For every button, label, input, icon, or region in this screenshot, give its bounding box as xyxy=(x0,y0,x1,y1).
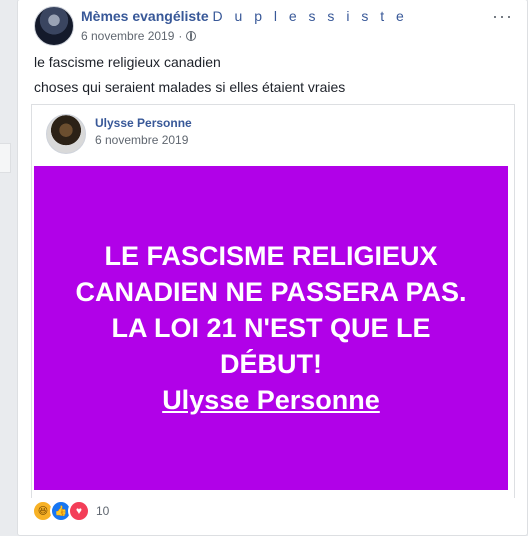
love-icon[interactable]: ♥ xyxy=(68,500,90,522)
shared-post-date[interactable]: 6 novembre 2019 xyxy=(95,133,188,147)
shared-post[interactable]: Ulysse Personne 6 novembre 2019 LE FASCI… xyxy=(31,104,515,498)
post-text-line-2: choses qui seraient malades si elles éta… xyxy=(34,79,346,95)
banner-text: LE FASCISME RELIGIEUX CANADIEN NE PASSER… xyxy=(61,238,481,418)
globe-icon[interactable] xyxy=(186,31,197,41)
post-card: Mèmes evangéliste D u p l e s s i s t e … xyxy=(17,0,528,536)
post-text-line-1: le fascisme religieux canadien xyxy=(34,54,221,70)
post-date[interactable]: 6 novembre 2019 xyxy=(81,29,174,43)
shared-author-avatar[interactable] xyxy=(46,114,86,154)
more-options-icon[interactable]: ··· xyxy=(492,6,513,27)
left-side-tab[interactable] xyxy=(0,143,11,173)
banner-link[interactable]: Ulysse Personne xyxy=(61,382,481,418)
banner-headline: LE FASCISME RELIGIEUX CANADIEN NE PASSER… xyxy=(75,241,467,379)
author-avatar[interactable] xyxy=(34,6,74,46)
author-name-suffix[interactable]: D u p l e s s i s t e xyxy=(213,8,408,24)
author-name[interactable]: Mèmes evangéliste xyxy=(81,8,209,24)
post-author[interactable]: Mèmes evangéliste D u p l e s s i s t e xyxy=(81,8,408,24)
shared-image-banner[interactable]: LE FASCISME RELIGIEUX CANADIEN NE PASSER… xyxy=(34,166,508,490)
reactions-bar[interactable]: 😆 👍 ♥ 10 xyxy=(32,500,109,522)
shared-author-name[interactable]: Ulysse Personne xyxy=(95,116,192,130)
left-gutter xyxy=(0,0,16,535)
reaction-count[interactable]: 10 xyxy=(96,504,109,518)
meta-separator: · xyxy=(178,29,183,43)
post-meta: 6 novembre 2019 · xyxy=(81,29,197,43)
